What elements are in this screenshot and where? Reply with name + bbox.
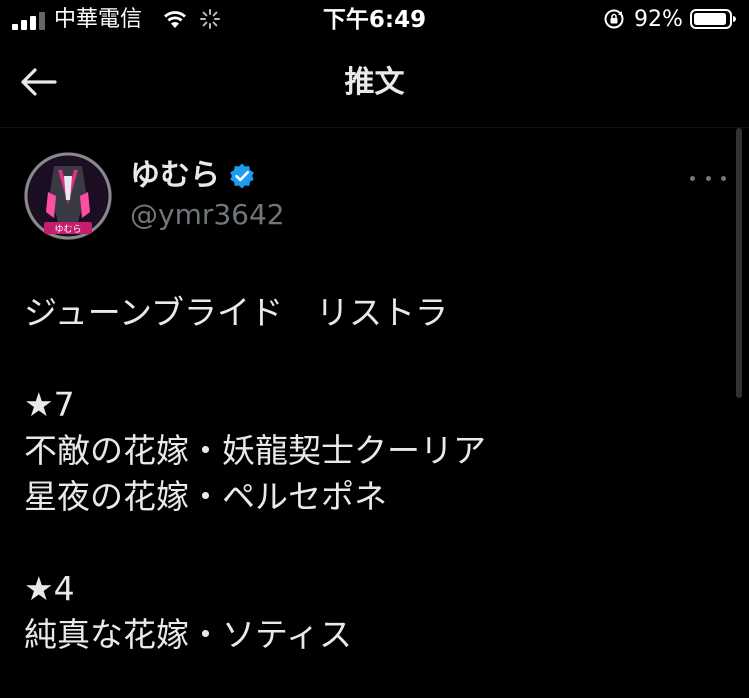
author-name-row: ゆむら — [130, 156, 256, 196]
tweet-detail-screen: 中華電信 下午6:49 92% 推文 ゆむら ゆむら @ymr3642 ジューン… — [0, 0, 749, 698]
more-dot-icon — [721, 175, 726, 181]
author-display-name[interactable]: ゆむら — [130, 156, 220, 196]
avatar-image: ゆむら — [24, 152, 112, 240]
scrollbar[interactable] — [736, 128, 742, 398]
page-title: 推文 — [344, 65, 405, 100]
author-handle[interactable]: @ymr3642 — [130, 196, 285, 234]
more-options-button[interactable] — [690, 166, 726, 190]
tweet-line: ★4 — [24, 569, 75, 608]
tweet-line: ジューンブライド リストラ — [24, 293, 449, 332]
more-dot-icon — [705, 175, 711, 181]
tweet-text: ジューンブライド リストラ ★7 不敵の花嫁・妖龍契士クーリア 星夜の花嫁・ペル… — [24, 290, 724, 658]
tweet-line: 純真な花嫁・ソティス — [24, 615, 353, 654]
battery-icon — [690, 9, 736, 29]
navigation-header: 推文 — [0, 40, 749, 128]
author-avatar[interactable]: ゆむら — [24, 152, 112, 240]
orientation-lock-icon — [604, 9, 624, 29]
tweet-line: ★7 — [24, 385, 75, 424]
svg-text:ゆむら: ゆむら — [54, 224, 81, 235]
header-divider — [0, 127, 749, 128]
status-bar: 中華電信 下午6:49 92% — [0, 0, 749, 40]
more-dot-icon — [690, 175, 695, 181]
battery-percentage: 92% — [634, 7, 683, 32]
tweet-line: 不敵の花嫁・妖龍契士クーリア — [24, 431, 486, 470]
verified-badge-icon — [230, 163, 254, 189]
tweet-line: 星夜の花嫁・ペルセポネ — [24, 477, 387, 516]
